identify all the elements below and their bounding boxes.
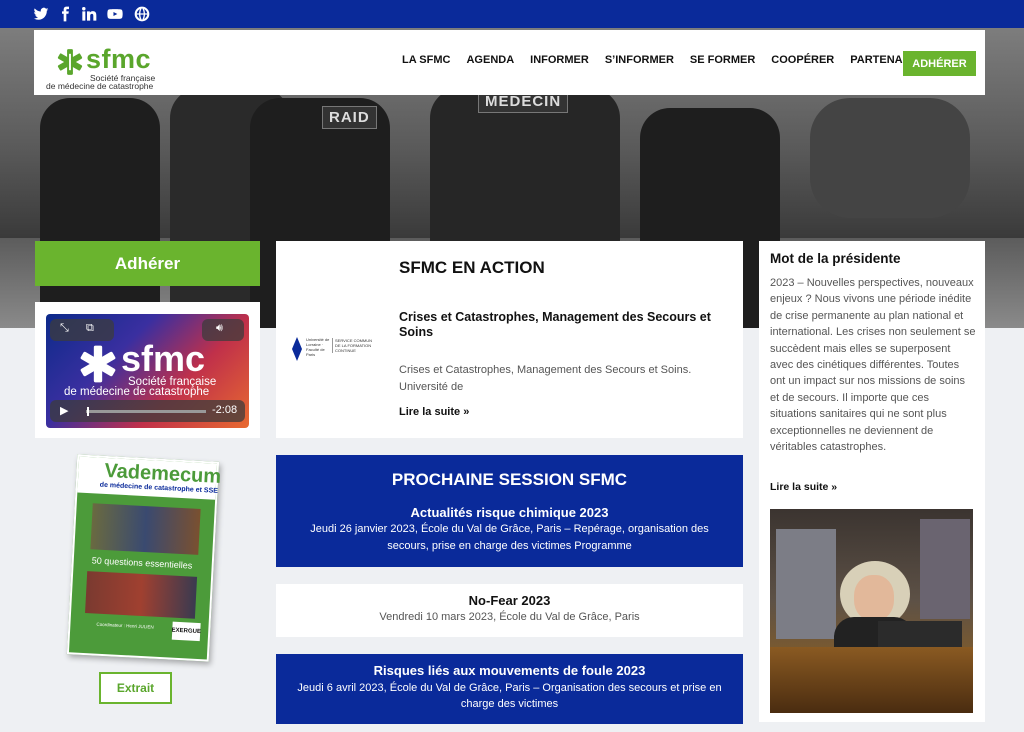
linkedin-icon[interactable]: [80, 5, 98, 23]
read-more-link[interactable]: Lire la suite »: [399, 406, 469, 418]
read-more-link[interactable]: Lire la suite »: [770, 481, 837, 493]
photo-bookshelf: [920, 519, 970, 619]
hero-patch-raid: RAID: [322, 106, 377, 129]
youtube-icon[interactable]: [106, 5, 124, 23]
globe-icon[interactable]: [133, 5, 151, 23]
extrait-button[interactable]: Extrait: [99, 672, 172, 704]
video-logo-subtitle-2: de médecine de catastrophe: [64, 386, 210, 398]
session-title: Actualités risque chimique 2023: [410, 505, 609, 520]
photo-laptop: [878, 621, 962, 649]
fullscreen-icon[interactable]: ⤡: [60, 322, 69, 335]
event-title: Risques liés aux mouvements de foule 202…: [373, 663, 646, 678]
nav-cooperer[interactable]: COOPÉRER: [771, 54, 834, 66]
adherer-button[interactable]: Adhérer: [35, 241, 260, 286]
event-card-nofear[interactable]: No-Fear 2023 Vendredi 10 mars 2023, Écol…: [276, 584, 743, 637]
photo-face: [854, 575, 894, 621]
photo-lectern: [770, 647, 973, 713]
section-title: SFMC EN ACTION: [399, 258, 545, 277]
book-publisher-badge: EXERGUE: [171, 621, 201, 642]
book-photo-bottom: [85, 571, 198, 619]
president-word-card: Mot de la présidente 2023 – Nouvelles pe…: [759, 241, 985, 722]
star-of-life-icon: [57, 49, 83, 75]
sfmc-en-action-card: SFMC EN ACTION Université de Lorraine · …: [276, 241, 743, 438]
video-remaining-time: -2:08: [212, 404, 238, 416]
book-photo-top: [90, 503, 201, 555]
nav-agenda[interactable]: AGENDA: [466, 54, 514, 66]
video-progress-bar[interactable]: [86, 407, 206, 416]
university-shield-icon: [292, 337, 302, 361]
video-volume-control: 🔊︎: [202, 319, 244, 341]
article-title[interactable]: Crises et Catastrophes, Management des S…: [399, 310, 719, 340]
president-photo: [770, 509, 973, 713]
president-text: 2023 – Nouvelles perspectives, nouveaux …: [770, 277, 976, 454]
session-description: Jeudi 26 janvier 2023, École du Val de G…: [310, 523, 709, 552]
event-description: Jeudi 6 avril 2023, École du Val de Grâc…: [297, 682, 722, 710]
article-excerpt: Crises et Catastrophes, Management des S…: [399, 364, 692, 393]
site-header: sfmc Société française de médecine de ca…: [34, 30, 985, 95]
photo-bookshelf: [776, 529, 836, 639]
university-logo: Université de Lorraine · Faculté de Pari…: [292, 337, 374, 363]
vademecum-book-cover[interactable]: Vademecum de médecine de catastrophe et …: [66, 454, 222, 662]
university-logo-right-text: SERVICE COMMUN DE LA FORMATION CONTINUE: [332, 338, 376, 353]
president-title: Mot de la présidente: [770, 251, 901, 266]
twitter-icon[interactable]: [32, 5, 50, 23]
video-control-bar: ▶ -2:08: [50, 400, 245, 422]
star-of-life-icon: [80, 345, 116, 383]
nav-se-former[interactable]: SE FORMER: [690, 54, 755, 66]
hero-helicopter: [810, 98, 970, 218]
nav-s-informer[interactable]: S’INFORMER: [605, 54, 674, 66]
pip-icon[interactable]: ⧉: [86, 322, 94, 335]
logo-subtitle-2: de médecine de catastrophe: [46, 81, 154, 91]
event-description: Vendredi 10 mars 2023, École du Val de G…: [379, 611, 640, 623]
video-progress-thumb[interactable]: [87, 407, 90, 416]
next-session-card[interactable]: PROCHAINE SESSION SFMC Actualités risque…: [276, 455, 743, 567]
event-title: No-Fear 2023: [468, 593, 551, 608]
university-logo-left-text: Université de Lorraine · Faculté de Pari…: [306, 337, 330, 357]
hero-figure: [40, 98, 160, 328]
volume-icon[interactable]: 🔊︎: [216, 322, 223, 335]
nav-informer[interactable]: INFORMER: [530, 54, 589, 66]
main-nav: LA SFMC AGENDA INFORMER S’INFORMER SE FO…: [402, 54, 943, 66]
video-card: sfmc Société française de médecine de ca…: [35, 302, 260, 438]
book-questions: 50 questions essentielles: [91, 555, 193, 571]
video-player[interactable]: sfmc Société française de médecine de ca…: [46, 314, 249, 428]
video-logo-name: sfmc: [121, 338, 206, 379]
nav-la-sfmc[interactable]: LA SFMC: [402, 54, 450, 66]
book-coordinator: Coordinateur : Henri JULIEN: [96, 621, 154, 630]
facebook-icon[interactable]: [56, 5, 74, 23]
event-card-foule[interactable]: Risques liés aux mouvements de foule 202…: [276, 654, 743, 724]
play-icon[interactable]: ▶: [60, 404, 68, 417]
session-heading: PROCHAINE SESSION SFMC: [391, 470, 628, 489]
sfmc-logo[interactable]: sfmc Société française de médecine de ca…: [46, 44, 156, 91]
video-top-controls: ⤡ ⧉: [50, 319, 114, 341]
social-bar: [0, 0, 1024, 28]
adherer-nav-button[interactable]: ADHÉRER: [903, 51, 976, 76]
logo-name: sfmc: [86, 44, 152, 74]
